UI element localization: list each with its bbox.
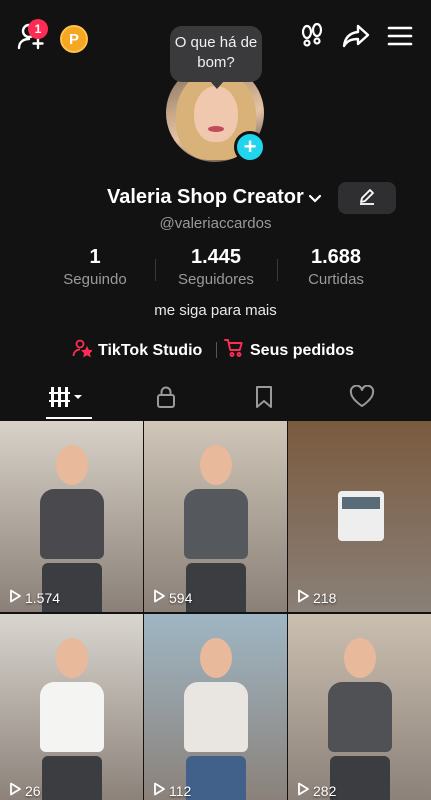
link-separator	[216, 342, 217, 358]
footprints-icon	[298, 22, 326, 55]
share-profile-button[interactable]	[340, 22, 372, 54]
tab-private[interactable]	[112, 378, 220, 420]
play-icon	[296, 589, 313, 606]
play-icon	[8, 782, 25, 799]
plus-icon: +	[243, 134, 257, 159]
status-bubble[interactable]: O que há de bom?	[170, 26, 262, 89]
heart-icon	[349, 384, 375, 414]
notification-badge: 1	[28, 19, 48, 39]
name-row: Valeria Shop Creator	[0, 182, 431, 214]
profile-bio: me siga para mais	[154, 302, 277, 319]
view-count-value: 26	[25, 782, 41, 799]
stat-value: 1	[89, 246, 101, 268]
play-icon	[152, 589, 169, 606]
stat-value: 1.445	[190, 246, 242, 268]
orders-link[interactable]: Seus pedidos	[224, 338, 354, 363]
video-thumbnail[interactable]: 594	[144, 421, 287, 612]
coin-button[interactable]: P	[60, 25, 88, 53]
stat-label: Curtidas	[308, 271, 364, 288]
creator-star-icon	[72, 338, 98, 363]
view-count: 218	[296, 589, 336, 606]
tab-saved[interactable]	[210, 378, 318, 420]
tiktok-studio-label: TikTok Studio	[98, 341, 203, 359]
edit-profile-button[interactable]	[338, 182, 396, 214]
stat-following[interactable]: 1 Seguindo	[35, 246, 155, 288]
video-grid: 1.574 594 218 26 112 282	[0, 421, 431, 800]
orders-label: Seus pedidos	[250, 341, 355, 359]
pencil-icon	[358, 187, 376, 210]
profile-links: TikTok Studio Seus pedidos	[0, 338, 431, 362]
view-count: 26	[8, 782, 41, 799]
share-arrow-icon	[341, 21, 371, 56]
chevron-down-icon[interactable]	[308, 192, 322, 206]
play-icon	[8, 589, 25, 606]
shopping-cart-icon	[224, 338, 250, 363]
view-count: 112	[152, 782, 191, 799]
video-thumbnail[interactable]: 26	[0, 614, 143, 800]
stat-likes[interactable]: 1.688 Curtidas	[276, 246, 396, 288]
play-icon	[152, 782, 169, 799]
view-count: 594	[152, 589, 192, 606]
bookmark-icon	[253, 385, 275, 414]
video-thumbnail[interactable]: 1.574	[0, 421, 143, 612]
username: @valeriaccardos	[159, 215, 272, 232]
play-icon	[296, 782, 313, 799]
stat-followers[interactable]: 1.445 Seguidores	[156, 246, 276, 288]
profile-tabs	[0, 378, 431, 420]
view-count-value: 218	[313, 589, 337, 606]
stat-label: Seguindo	[63, 271, 127, 288]
tab-videos[interactable]	[12, 378, 120, 420]
view-count-value: 594	[169, 589, 193, 606]
videos-grid-icon	[49, 385, 83, 414]
active-tab-indicator	[46, 417, 92, 419]
hamburger-menu-icon	[387, 25, 413, 52]
display-name: Valeria Shop Creator	[107, 186, 304, 208]
video-thumbnail[interactable]: 112	[144, 614, 287, 800]
stat-label: Seguidores	[178, 271, 254, 288]
view-count-value: 1.574	[25, 589, 61, 606]
stat-value: 1.688	[310, 246, 362, 268]
add-story-button[interactable]: +	[234, 131, 266, 163]
tiktok-studio-link[interactable]: TikTok Studio	[72, 338, 202, 363]
profile-views-button[interactable]	[296, 22, 328, 54]
profile-stats: 1 Seguindo 1.445 Seguidores 1.688 Curtid…	[0, 246, 431, 290]
tab-liked[interactable]	[308, 378, 416, 420]
lock-icon	[154, 385, 178, 414]
video-thumbnail[interactable]: 218	[288, 421, 431, 612]
view-count-value: 282	[313, 782, 337, 799]
view-count: 282	[296, 782, 336, 799]
view-count-value: 112	[169, 782, 192, 799]
menu-button[interactable]	[384, 22, 416, 54]
video-thumbnail[interactable]: 282	[288, 614, 431, 800]
view-count: 1.574	[8, 589, 60, 606]
